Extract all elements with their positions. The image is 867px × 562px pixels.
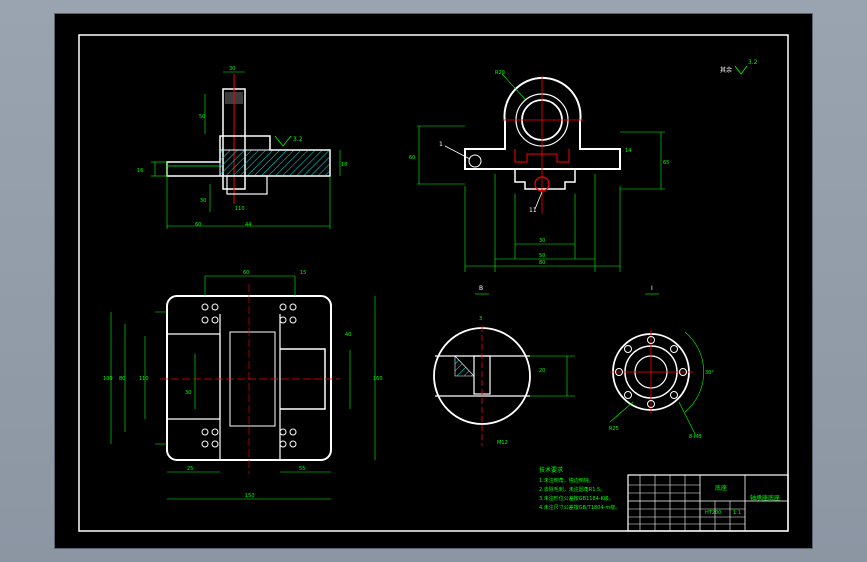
front-view: 1 11 R20 60 65 14 30 50 80 [409,70,669,272]
dim-text-tl-1: 30 [229,66,235,72]
dim-text-pv-5: 160 [373,376,383,382]
dim-text-tl-5: 60 [195,222,201,228]
dim-text-tl-3: 16 [137,168,143,174]
title-block-drawing-title: 轴承座底座 [750,494,780,502]
dim-text-fv-1: R20 [495,70,505,76]
title-block-scale: 1:1 [733,510,741,516]
dim-text-dv-3: M12 [497,440,508,446]
cad-viewport[interactable]: 3.2 30 50 16 18 60 44 30 110 1 11 R20 60… [0,0,867,562]
notes-title: 技术要求 [539,466,563,474]
title-block-material: HT200 [705,510,721,516]
dim-text-dv-1: 3 [479,316,482,322]
notes-line-3: 3.未注形位公差按GB1184-K级。 [539,495,614,502]
svg-text:其余: 其余 [720,66,732,74]
general-roughness-symbol: 其余 3.2 [720,59,758,75]
notes-line-2: 2.去除毛刺，未注圆角R1.5。 [539,486,605,493]
dim-text-pv-1: 60 [243,270,249,276]
callout-1-text: 1 [439,141,443,148]
dim-text-di-2: 30° [705,370,714,376]
notes-line-1: 1.未注倒角，锐边倒钝。 [539,477,594,484]
dim-text-pv-10: 55 [299,466,305,472]
drawing-sheet[interactable]: 3.2 30 50 16 18 60 44 30 110 1 11 R20 60… [55,14,812,548]
dim-text-fv-7: 80 [539,260,545,266]
dim-text-di-3: 8-M8 [689,434,701,440]
technical-notes: 技术要求 1.未注倒角，锐边倒钝。 2.去除毛刺，未注圆角R1.5。 3.未注形… [539,466,620,511]
dim-text-pv-2: 15 [300,270,306,276]
general-roughness-text: 3.2 [748,59,758,66]
dim-text-di-1: R25 [609,426,619,432]
dim-text-pv-4: 80 [119,376,125,382]
dim-text-fv-2: 60 [409,155,415,161]
title-block: 底座 轴承座底座 HT200 1:1 [627,474,789,532]
dim-text-fv-3: 65 [663,160,669,166]
callout-11-text: 11 [529,207,537,214]
section-b-label: B [479,285,483,292]
dim-text-pv-9: 25 [187,466,193,472]
dim-text-tl-8: 110 [235,206,245,212]
dim-text-fv-5: 30 [539,238,545,244]
dim-text-pv-8: 40 [345,332,351,338]
plan-view: 60 15 100 80 160 110 30 40 25 55 150 [103,270,383,500]
dim-text-pv-3: 100 [103,376,113,382]
dim-text-tl-4: 18 [341,162,347,168]
detail-section-b: B 3 20 M12 [433,285,575,446]
dim-text-tl-2: 50 [199,114,205,120]
drawing-canvas: 3.2 30 50 16 18 60 44 30 110 1 11 R20 60… [78,34,789,532]
dim-text-tl-6: 44 [245,222,251,228]
dim-text-pv-7: 30 [185,390,191,396]
detail-i-label: I [651,285,653,292]
dim-text-pv-11: 150 [245,493,255,499]
detail-view-i: I R25 30° 8-M8 [609,285,714,440]
dim-text-pv-6: 110 [139,376,149,382]
dim-text-fv-4: 14 [625,148,631,154]
dim-text-dv-2: 20 [539,368,545,374]
dim-text-tl-7: 30 [200,198,206,204]
roughness-3-2-text: 3.2 [293,136,303,143]
title-block-part-name: 底座 [715,484,727,492]
dim-text-fv-6: 50 [539,253,545,259]
notes-line-4: 4.未注尺寸公差按GB/T1804-m级。 [539,504,620,511]
section-view-top-left: 3.2 30 50 16 18 60 44 30 110 [137,66,347,229]
drawing-border [78,34,789,532]
